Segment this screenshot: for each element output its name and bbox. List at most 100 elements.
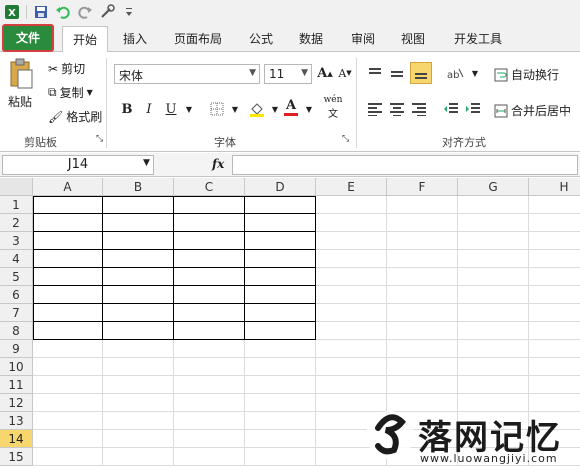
cell[interactable] [387, 268, 458, 286]
cell[interactable] [529, 304, 580, 322]
cell[interactable] [33, 394, 103, 412]
cell[interactable] [387, 214, 458, 232]
cell[interactable] [33, 250, 103, 268]
orientation-icon[interactable]: ab [444, 64, 466, 82]
undo-icon[interactable] [55, 4, 71, 20]
cell[interactable] [316, 304, 387, 322]
cell[interactable] [458, 340, 529, 358]
wrap-text-button[interactable]: 自动换行 [494, 66, 559, 83]
tab-file[interactable]: 文件 [2, 24, 54, 52]
cell[interactable] [103, 214, 174, 232]
cell[interactable] [245, 214, 316, 232]
row-header[interactable]: 12 [0, 394, 33, 412]
cell[interactable] [458, 214, 529, 232]
cell[interactable] [245, 232, 316, 250]
cell[interactable] [103, 340, 174, 358]
cell[interactable] [316, 358, 387, 376]
row-header[interactable]: 6 [0, 286, 33, 304]
underline-button[interactable]: U [162, 100, 180, 118]
cell[interactable] [458, 268, 529, 286]
cell[interactable] [33, 304, 103, 322]
tab-formulas[interactable]: 公式 [244, 26, 278, 52]
column-header[interactable]: D [245, 178, 316, 196]
cell[interactable] [103, 304, 174, 322]
row-header[interactable]: 7 [0, 304, 33, 322]
cell[interactable] [387, 304, 458, 322]
cell[interactable] [245, 430, 316, 448]
cell[interactable] [174, 358, 245, 376]
cell[interactable] [33, 448, 103, 466]
cell[interactable] [174, 322, 245, 340]
cell[interactable] [103, 286, 174, 304]
align-right-icon[interactable] [410, 100, 428, 118]
tab-developer[interactable]: 开发工具 [446, 26, 510, 52]
cell[interactable] [316, 286, 387, 304]
cell[interactable] [245, 340, 316, 358]
cell[interactable] [245, 358, 316, 376]
cell[interactable] [245, 196, 316, 214]
row-header[interactable]: 11 [0, 376, 33, 394]
column-header[interactable]: G [458, 178, 529, 196]
row-header[interactable]: 2 [0, 214, 33, 232]
cell[interactable] [458, 232, 529, 250]
cell[interactable] [458, 358, 529, 376]
cell[interactable] [316, 250, 387, 268]
cell[interactable] [103, 268, 174, 286]
cell[interactable] [387, 322, 458, 340]
row-header[interactable]: 5 [0, 268, 33, 286]
increase-indent-icon[interactable] [464, 100, 482, 118]
cell[interactable] [529, 376, 580, 394]
bold-button[interactable]: B [118, 100, 136, 118]
cell[interactable] [316, 340, 387, 358]
cell[interactable] [33, 214, 103, 232]
cell[interactable] [529, 358, 580, 376]
cell[interactable] [174, 394, 245, 412]
tab-page-layout[interactable]: 页面布局 [168, 26, 228, 52]
column-header[interactable]: F [387, 178, 458, 196]
cell[interactable] [103, 358, 174, 376]
cell[interactable] [33, 376, 103, 394]
decrease-indent-icon[interactable] [442, 100, 460, 118]
cell[interactable] [174, 430, 245, 448]
paste-button[interactable]: 粘贴 [8, 58, 34, 110]
cell[interactable] [174, 214, 245, 232]
tab-home[interactable]: 开始 [62, 26, 108, 53]
cell[interactable] [316, 214, 387, 232]
cell[interactable] [245, 448, 316, 466]
cell[interactable] [316, 196, 387, 214]
column-header[interactable]: H [529, 178, 580, 196]
fill-color-icon[interactable] [248, 100, 266, 118]
tab-review[interactable]: 审阅 [346, 26, 380, 52]
cell[interactable] [316, 268, 387, 286]
cell[interactable] [33, 268, 103, 286]
cell[interactable] [529, 232, 580, 250]
row-header[interactable]: 13 [0, 412, 33, 430]
cell[interactable] [174, 250, 245, 268]
cell[interactable] [33, 232, 103, 250]
cell[interactable] [529, 322, 580, 340]
cell[interactable] [174, 196, 245, 214]
cell[interactable] [174, 286, 245, 304]
cell[interactable] [245, 268, 316, 286]
select-all-corner[interactable] [0, 178, 33, 196]
chevron-down-icon[interactable]: ▼ [300, 100, 318, 118]
font-name-combo[interactable]: 宋体 ▼ [114, 64, 260, 84]
cell[interactable] [174, 376, 245, 394]
cell[interactable] [33, 286, 103, 304]
cell[interactable] [529, 268, 580, 286]
cell[interactable] [33, 340, 103, 358]
cell[interactable] [458, 250, 529, 268]
cell[interactable] [458, 196, 529, 214]
cell[interactable] [33, 430, 103, 448]
cell[interactable] [387, 286, 458, 304]
cell[interactable] [103, 196, 174, 214]
cell[interactable] [103, 232, 174, 250]
cell[interactable] [245, 304, 316, 322]
cell[interactable] [33, 412, 103, 430]
save-icon[interactable] [33, 4, 49, 20]
dialog-launcher-icon[interactable]: ⤡ [96, 134, 103, 144]
cell[interactable] [529, 250, 580, 268]
cell[interactable] [245, 376, 316, 394]
row-header[interactable]: 1 [0, 196, 33, 214]
cell[interactable] [174, 232, 245, 250]
